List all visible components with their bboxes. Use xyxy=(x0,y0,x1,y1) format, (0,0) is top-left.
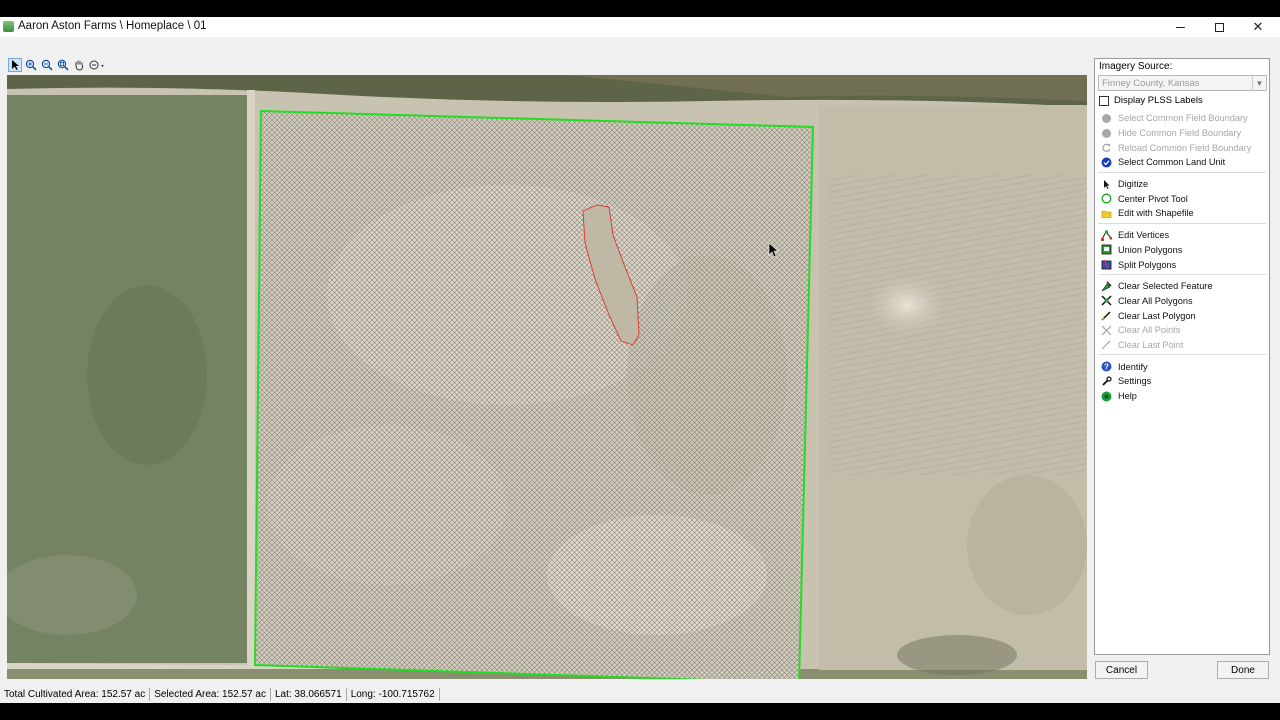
plss-labels-toggle[interactable]: Display PLSS Labels xyxy=(1099,95,1203,106)
status-bar: Total Cultivated Area: 152.57 ac Selecte… xyxy=(0,686,1280,703)
menu-item-label: Center Pivot Tool xyxy=(1118,193,1188,204)
menu-item-label: Clear All Points xyxy=(1118,325,1181,336)
menu-item-label: Digitize xyxy=(1118,179,1149,190)
gray-circle-icon xyxy=(1102,128,1111,138)
tools-menu: Select Common Field Boundary Hide Common… xyxy=(1095,111,1269,403)
plss-labels-label: Display PLSS Labels xyxy=(1114,95,1203,106)
longitude-readout: Long: -100.715762 xyxy=(347,688,440,701)
pan-hand-icon xyxy=(75,60,83,71)
menu-item-label: Edit with Shapefile xyxy=(1118,208,1194,219)
clear-last-point-item[interactable]: Clear Last Point xyxy=(1095,338,1269,353)
menu-item-label: Settings xyxy=(1118,376,1152,387)
clear-last-polygon-item[interactable]: Clear Last Polygon xyxy=(1095,308,1269,323)
union-polygons-item[interactable]: Union Polygons xyxy=(1095,243,1269,258)
menu-item-label: Edit Vertices xyxy=(1118,230,1170,241)
zoom-extent-icon xyxy=(57,59,69,71)
gray-circle-icon xyxy=(1102,113,1111,123)
selected-area: Selected Area: 152.57 ac xyxy=(150,688,271,701)
menu-item-label: Clear Last Point xyxy=(1118,339,1184,350)
clear-last-point-icon xyxy=(1101,341,1111,350)
zoom-out-icon xyxy=(41,59,53,71)
cancel-button[interactable]: Cancel xyxy=(1095,661,1148,679)
hide-common-field-boundary-item[interactable]: Hide Common Field Boundary xyxy=(1095,126,1269,141)
clear-selected-feature-item[interactable]: Clear Selected Feature xyxy=(1095,279,1269,294)
zoom-in-icon xyxy=(25,59,37,71)
app-icon xyxy=(3,21,14,32)
menu-item-label: Reload Common Field Boundary xyxy=(1118,142,1252,153)
settings-icon xyxy=(1102,376,1112,386)
zoom-out-tool[interactable] xyxy=(40,58,54,72)
imagery-source-select[interactable]: Finney County, Kansas ▼ xyxy=(1098,75,1267,91)
menu-item-label: Select Common Field Boundary xyxy=(1118,113,1248,124)
chevron-down-icon: ▼ xyxy=(1252,76,1266,90)
maximize-button[interactable] xyxy=(1199,17,1239,37)
digitize-item[interactable]: Digitize xyxy=(1095,177,1269,192)
close-icon: ✕ xyxy=(1252,19,1264,34)
total-cultivated-area: Total Cultivated Area: 152.57 ac xyxy=(0,688,151,701)
union-icon xyxy=(1101,244,1112,255)
edit-vertices-item[interactable]: Edit Vertices xyxy=(1095,228,1269,243)
center-pivot-tool-item[interactable]: Center Pivot Tool xyxy=(1095,191,1269,206)
menu-item-label: Hide Common Field Boundary xyxy=(1118,128,1242,139)
svg-text:?: ? xyxy=(1104,363,1109,372)
pointer-icon xyxy=(12,60,19,70)
measure-dropdown-icon xyxy=(89,60,104,70)
digitize-icon xyxy=(1104,179,1110,189)
split-polygons-item[interactable]: Split Polygons xyxy=(1095,257,1269,272)
clear-all-points-item[interactable]: Clear All Points xyxy=(1095,323,1269,338)
reload-common-field-boundary-item[interactable]: Reload Common Field Boundary xyxy=(1095,140,1269,155)
measure-tool[interactable] xyxy=(88,58,106,72)
split-icon xyxy=(1101,259,1112,271)
clear-all-polygons-item[interactable]: Clear All Polygons xyxy=(1095,294,1269,309)
minimize-icon xyxy=(1175,26,1185,28)
settings-item[interactable]: Settings xyxy=(1095,374,1269,389)
screen-top-border xyxy=(0,0,1280,17)
clear-points-icon xyxy=(1101,325,1112,336)
menu-item-label: Union Polygons xyxy=(1118,244,1183,255)
minimize-button[interactable] xyxy=(1160,17,1200,37)
folder-icon xyxy=(1101,210,1112,218)
clear-selected-icon xyxy=(1101,281,1112,291)
app-window: Aaron Aston Farms \ Homeplace \ 01 ✕ Ima… xyxy=(0,17,1280,703)
reload-icon xyxy=(1102,143,1111,153)
window-title: Aaron Aston Farms \ Homeplace \ 01 xyxy=(18,20,207,32)
plss-labels-checkbox[interactable] xyxy=(1099,95,1109,106)
tools-panel: Imagery Source: Finney County, Kansas ▼ … xyxy=(1094,58,1270,655)
zoom-in-tool[interactable] xyxy=(24,58,38,72)
select-common-field-boundary-item[interactable]: Select Common Field Boundary xyxy=(1095,111,1269,126)
menu-item-label: Clear Last Polygon xyxy=(1118,310,1196,321)
clear-last-icon xyxy=(1101,311,1111,321)
close-button[interactable]: ✕ xyxy=(1238,17,1278,37)
map-view[interactable] xyxy=(7,75,1087,679)
title-bar: Aaron Aston Farms \ Homeplace \ 01 ✕ xyxy=(0,17,1280,37)
imagery-canvas xyxy=(7,75,1087,679)
imagery-source-value: Finney County, Kansas xyxy=(1102,78,1200,89)
menu-item-label: Clear Selected Feature xyxy=(1118,281,1213,292)
pointer-tool[interactable] xyxy=(8,58,22,72)
menu-item-label: Identify xyxy=(1118,361,1148,372)
zoom-extent-tool[interactable] xyxy=(56,58,70,72)
menu-item-label: Clear All Polygons xyxy=(1118,295,1193,306)
menu-item-label: Split Polygons xyxy=(1118,259,1177,270)
green-circle-icon xyxy=(1101,193,1112,204)
identify-item[interactable]: ? Identify xyxy=(1095,359,1269,374)
identify-icon: ? xyxy=(1101,361,1112,372)
blue-check-icon xyxy=(1101,157,1112,168)
select-common-land-unit-item[interactable]: Select Common Land Unit xyxy=(1095,155,1269,170)
menu-item-label: Help xyxy=(1118,391,1137,402)
edit-vertices-icon xyxy=(1101,230,1112,241)
menu-item-label: Select Common Land Unit xyxy=(1118,157,1226,168)
latitude-readout: Lat: 38.066571 xyxy=(271,688,347,701)
imagery-source-label: Imagery Source: xyxy=(1099,61,1173,72)
clear-all-icon xyxy=(1101,295,1112,306)
screen-bottom-border xyxy=(0,703,1280,720)
help-icon xyxy=(1101,391,1112,402)
done-button[interactable]: Done xyxy=(1217,661,1269,679)
help-item[interactable]: Help xyxy=(1095,389,1269,404)
map-toolbar xyxy=(8,58,106,74)
maximize-icon xyxy=(1214,22,1224,32)
edit-with-shapefile-item[interactable]: Edit with Shapefile xyxy=(1095,206,1269,221)
pan-tool[interactable] xyxy=(72,58,86,72)
